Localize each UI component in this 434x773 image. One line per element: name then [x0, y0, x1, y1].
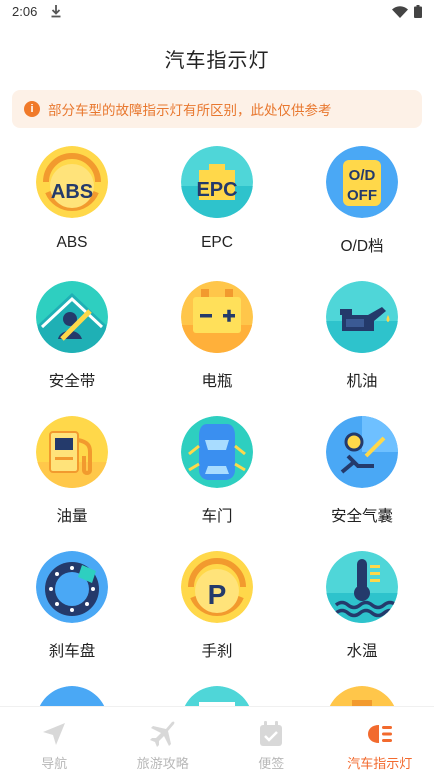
indicator-water-temp[interactable]: 水温: [297, 543, 427, 668]
airbag-icon: [326, 416, 398, 488]
tab-navigation[interactable]: 导航: [0, 707, 109, 773]
indicator-fuel[interactable]: 油量: [7, 408, 137, 533]
car-door-icon: [181, 416, 253, 488]
indicator-label: 油量: [56, 508, 88, 525]
indicator-seatbelt[interactable]: 安全带: [7, 273, 137, 398]
tab-notes[interactable]: 便签: [217, 707, 326, 773]
indicator-label: 水温: [346, 643, 378, 660]
status-time: 2:06: [12, 4, 38, 19]
page-title: 汽车指示灯: [164, 50, 270, 72]
svg-text:EPC: EPC: [196, 179, 237, 201]
indicator-label: 安全气囊: [330, 508, 393, 525]
od-off-icon: O/D OFF: [326, 146, 398, 218]
oil-can-icon: [326, 281, 398, 353]
indicator-partial-icon: [181, 686, 253, 706]
download-icon: [50, 4, 62, 23]
indicator-partial-icon: [36, 686, 108, 706]
battery-icon: [181, 281, 253, 353]
status-icons: [392, 5, 422, 18]
indicator-label: EPC: [201, 234, 233, 251]
indicator-grid: ABS ABS EPC EPC O/D OFF O/D档 安全带 电瓶 机油 油…: [0, 138, 434, 706]
battery-status-icon: [414, 5, 422, 18]
svg-text:OFF: OFF: [347, 187, 377, 204]
indicator-airbag[interactable]: 安全气囊: [297, 408, 427, 533]
notice-banner: i 部分车型的故障指示灯有所区别，此处仅供参考: [12, 90, 422, 128]
abs-icon: ABS: [36, 146, 108, 218]
svg-text:O/D: O/D: [349, 167, 376, 184]
tab-label: 汽车指示灯: [347, 756, 413, 771]
wifi-icon: [392, 5, 408, 18]
tab-car-indicators[interactable]: 汽车指示灯: [326, 707, 434, 773]
water-temp-icon: [326, 551, 398, 623]
seatbelt-icon: [36, 281, 108, 353]
indicator-partial[interactable]: [7, 678, 137, 706]
brake-disc-icon: [36, 551, 108, 623]
epc-icon: EPC: [181, 146, 253, 218]
indicator-label: 电瓶: [201, 373, 233, 390]
indicator-epc[interactable]: EPC EPC: [152, 138, 282, 263]
indicator-label: ABS: [56, 234, 88, 251]
indicator-label: 刹车盘: [48, 643, 96, 660]
fuel-pump-icon: [36, 416, 108, 488]
handbrake-icon: P: [181, 551, 253, 623]
headlight-icon: [367, 725, 392, 743]
tab-label: 导航: [41, 756, 68, 771]
indicator-label: 机油: [346, 373, 378, 390]
svg-text:P: P: [208, 579, 227, 610]
indicator-od[interactable]: O/D OFF O/D档: [297, 138, 427, 263]
indicator-oil[interactable]: 机油: [297, 273, 427, 398]
bottom-tab-bar: 导航 旅游攻略 便签 汽车指示灯: [0, 706, 434, 773]
info-icon: i: [24, 101, 40, 117]
svg-text:ABS: ABS: [51, 181, 93, 203]
indicator-partial[interactable]: [297, 678, 427, 706]
indicator-label: 安全带: [48, 373, 96, 390]
notice-text: 部分车型的故障指示灯有所区别，此处仅供参考: [48, 103, 332, 118]
indicator-partial-icon: [326, 686, 398, 706]
tab-travel-guide[interactable]: 旅游攻略: [109, 707, 218, 773]
indicator-handbrake[interactable]: P 手刹: [152, 543, 282, 668]
indicator-brake-disc[interactable]: 刹车盘: [7, 543, 137, 668]
indicator-label: 手刹: [201, 643, 233, 660]
indicator-partial[interactable]: [152, 678, 282, 706]
indicator-battery[interactable]: 电瓶: [152, 273, 282, 398]
airplane-icon: [149, 721, 175, 747]
indicator-label: O/D档: [340, 238, 384, 255]
navigation-icon: [43, 723, 66, 745]
indicator-door[interactable]: 车门: [152, 408, 282, 533]
status-bar: 2:06: [0, 0, 434, 24]
tab-label: 便签: [258, 756, 285, 771]
indicator-label: 车门: [201, 508, 233, 525]
indicator-abs[interactable]: ABS ABS: [7, 138, 137, 263]
tab-label: 旅游攻略: [136, 756, 189, 771]
calendar-check-icon: [260, 721, 283, 746]
